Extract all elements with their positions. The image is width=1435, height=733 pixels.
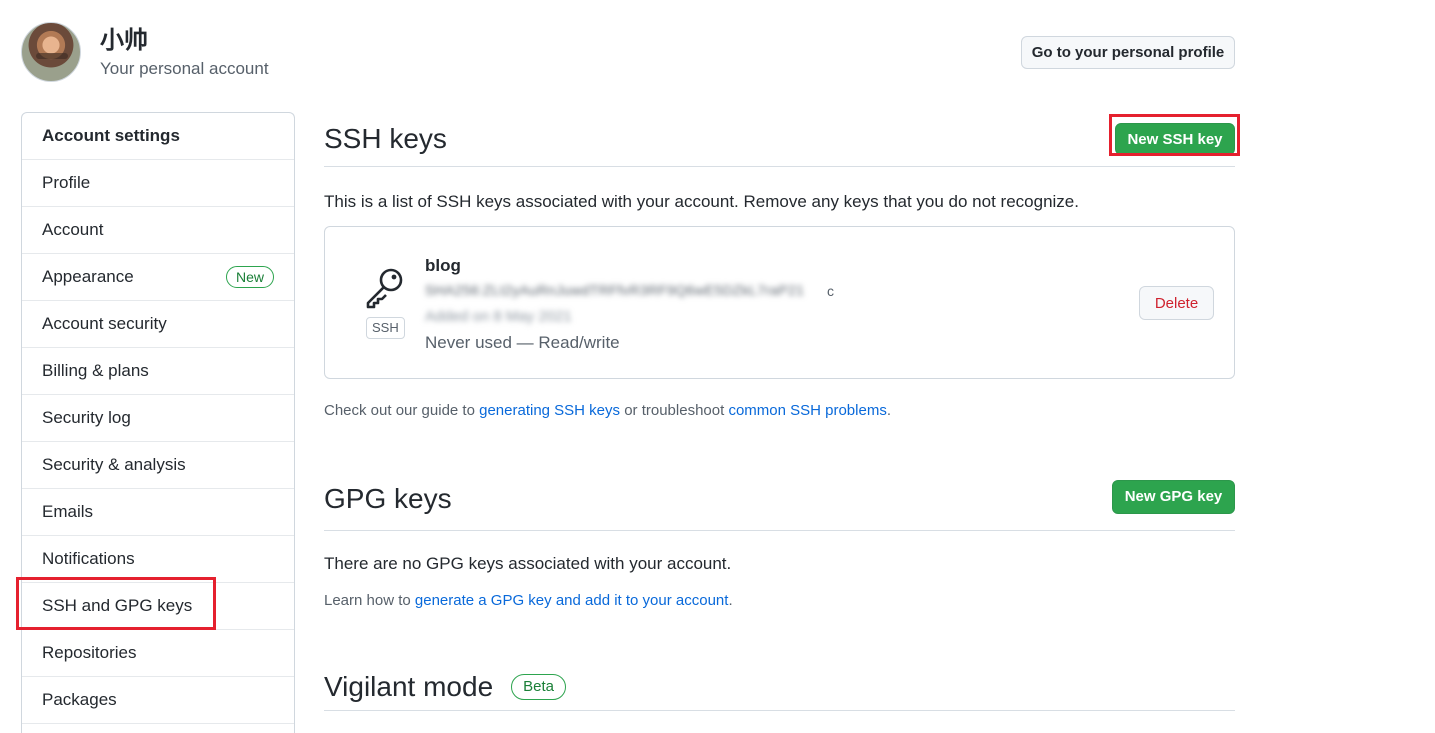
go-to-profile-button[interactable]: Go to your personal profile — [1021, 36, 1235, 69]
new-badge: New — [225, 266, 274, 288]
avatar[interactable] — [21, 22, 81, 82]
generating-ssh-keys-link[interactable]: generating SSH keys — [479, 402, 620, 419]
learn-suffix: . — [728, 592, 733, 609]
gpg-section-header: GPG keys New GPG key — [324, 467, 1235, 531]
gpg-keys-title: GPG keys — [324, 482, 452, 514]
beta-badge: Beta — [511, 673, 567, 700]
key-added-date: Added on 8 May 2021 — [425, 308, 572, 325]
guide-prefix: Check out our guide to — [324, 402, 480, 419]
sidebar-item-label: Emails — [42, 502, 94, 521]
sidebar-item-label: Appearance — [42, 267, 134, 286]
sidebar-item-label: Security & analysis — [42, 455, 186, 474]
sidebar-item-ssh-gpg-keys[interactable]: SSH and GPG keys — [22, 583, 294, 630]
ssh-keys-title: SSH keys — [324, 123, 447, 154]
sidebar-item-notifications[interactable]: Notifications — [22, 536, 294, 583]
account-type-label: Your personal account — [100, 59, 269, 78]
sidebar-item-emails[interactable]: Emails — [22, 489, 294, 536]
sidebar-item-label: Security log — [42, 408, 131, 427]
key-usage: Never used — Read/write — [425, 333, 620, 352]
ssh-section-header: SSH keys New SSH key — [324, 112, 1235, 167]
ssh-guide-text: Check out our guide to generating SSH ke… — [324, 402, 1235, 419]
sidebar-item-account[interactable]: Account — [22, 207, 294, 254]
ssh-key-item: SSH blog SHA256:ZLt2yAuRnJuwdTRFfvR3RF9Q… — [324, 226, 1235, 379]
sidebar-item-label: Account security — [42, 314, 167, 333]
sidebar-item-repositories[interactable]: Repositories — [22, 630, 294, 677]
sidebar-item-label: Account — [42, 220, 104, 239]
sidebar-item-appearance[interactable]: Appearance New — [22, 254, 294, 301]
sidebar-item-label: Repositories — [42, 643, 137, 662]
guide-suffix: . — [886, 402, 891, 419]
sidebar-item-label: Profile — [42, 173, 91, 192]
sidebar-item-label: Billing & plans — [42, 361, 149, 380]
main-content: SSH keys New SSH key This is a list of S… — [324, 112, 1235, 711]
settings-sidebar: Account settings Profile Account Appeara… — [21, 112, 295, 733]
ssh-type-label: SSH — [366, 317, 405, 339]
key-fingerprint-end: c — [827, 283, 834, 299]
sidebar-item-label: Packages — [42, 690, 117, 709]
guide-mid: or troubleshoot — [620, 402, 729, 419]
sidebar-item-profile[interactable]: Profile — [22, 160, 294, 207]
generate-gpg-key-link[interactable]: generate a GPG key and add it to your ac… — [415, 592, 729, 609]
key-title: blog — [425, 256, 461, 275]
gpg-learn-text: Learn how to generate a GPG key and add … — [324, 592, 1235, 609]
sidebar-heading: Account settings — [22, 113, 294, 160]
sidebar-item-billing[interactable]: Billing & plans — [22, 348, 294, 395]
sidebar-item-label: SSH and GPG keys — [42, 596, 193, 615]
sidebar-item-label: Notifications — [42, 549, 135, 568]
new-ssh-key-button[interactable]: New SSH key — [1115, 123, 1235, 155]
learn-prefix: Learn how to — [324, 592, 415, 609]
common-ssh-problems-link[interactable]: common SSH problems — [728, 402, 886, 419]
sidebar-item-account-security[interactable]: Account security — [22, 301, 294, 348]
ssh-intro-text: This is a list of SSH keys associated wi… — [324, 192, 1079, 211]
sidebar-item-packages[interactable]: Packages — [22, 677, 294, 724]
key-icon — [366, 268, 403, 309]
gpg-empty-text: There are no GPG keys associated with yo… — [324, 554, 732, 573]
vigilant-mode-title: Vigilant mode — [324, 670, 494, 702]
key-fingerprint: SHA256:ZLt2yAuRnJuwdTRFfvR3RF9Q6wE5DZkL7… — [425, 282, 805, 298]
vigilant-section-header: Vigilant mode Beta — [324, 663, 1235, 711]
user-name: 小帅 — [100, 26, 148, 54]
sidebar-item-security-log[interactable]: Security log — [22, 395, 294, 442]
delete-key-button[interactable]: Delete — [1139, 286, 1214, 320]
sidebar-item-security-analysis[interactable]: Security & analysis — [22, 442, 294, 489]
new-gpg-key-button[interactable]: New GPG key — [1112, 479, 1235, 514]
